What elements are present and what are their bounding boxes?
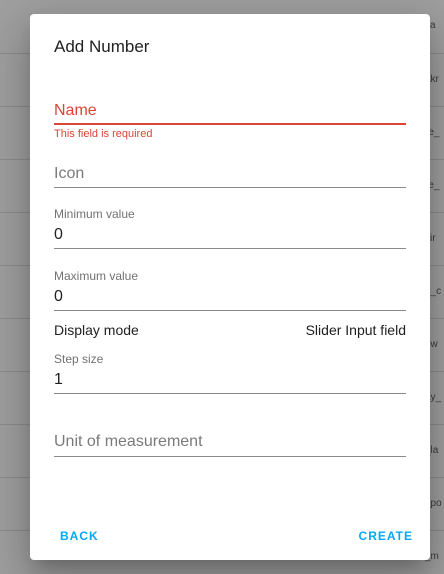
step-size-label: Step size	[54, 352, 104, 366]
maximum-value-underline	[54, 310, 406, 311]
display-mode-selector[interactable]: Slider Input field	[306, 322, 406, 338]
name-field[interactable]: Name This field is required	[54, 100, 406, 146]
step-size-field[interactable]: Step size 1	[54, 352, 406, 395]
display-mode-label: Display mode	[54, 322, 139, 338]
add-number-dialog: Add Number Name This field is required I…	[30, 14, 430, 560]
name-field-error: This field is required	[54, 128, 153, 140]
unit-of-measurement-placeholder: Unit of measurement	[54, 433, 203, 450]
dialog-title: Add Number	[54, 37, 150, 56]
minimum-value-underline	[54, 248, 406, 249]
back-button[interactable]: BACK	[60, 529, 99, 543]
unit-of-measurement-underline	[54, 456, 406, 457]
step-size-underline	[54, 393, 406, 394]
create-button[interactable]: CREATE	[359, 529, 413, 543]
minimum-value-field[interactable]: Minimum value 0	[54, 207, 406, 250]
name-field-underline	[54, 123, 406, 125]
icon-field[interactable]: Icon	[54, 164, 406, 190]
name-field-label: Name	[54, 102, 97, 119]
maximum-value-field[interactable]: Maximum value 0	[54, 269, 406, 312]
minimum-value-input[interactable]: 0	[54, 226, 63, 244]
maximum-value-label: Maximum value	[54, 269, 139, 283]
step-size-input[interactable]: 1	[54, 371, 63, 389]
icon-field-underline	[54, 187, 406, 188]
maximum-value-input[interactable]: 0	[54, 288, 63, 306]
minimum-value-label: Minimum value	[54, 207, 135, 221]
icon-field-placeholder: Icon	[54, 165, 85, 182]
display-mode-row: Display mode Slider Input field	[54, 322, 406, 338]
unit-of-measurement-field[interactable]: Unit of measurement	[54, 433, 406, 459]
